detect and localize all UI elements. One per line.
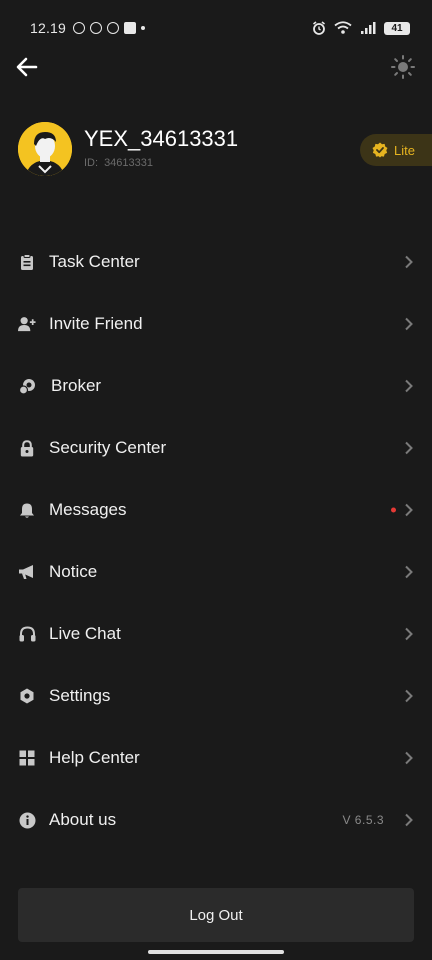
messenger-icon xyxy=(73,22,86,34)
menu-label: Help Center xyxy=(49,748,140,767)
clipboard-icon xyxy=(18,253,36,271)
status-time: 12.19 xyxy=(30,20,67,36)
bell-icon xyxy=(18,501,36,519)
chevron-right-icon xyxy=(405,689,413,703)
chevron-right-icon xyxy=(405,255,413,269)
chevron-right-icon xyxy=(405,813,413,827)
menu-list: Task Center Invite Friend Broker Securit… xyxy=(0,231,432,851)
back-button[interactable] xyxy=(14,54,40,80)
menu-label: Messages xyxy=(49,500,127,519)
whatsapp-icon xyxy=(90,22,103,34)
chevron-right-icon xyxy=(405,503,413,517)
alarm-icon xyxy=(313,21,325,35)
unread-dot xyxy=(391,507,396,513)
profile-menu-screen: 12.19 41 YEX_34613331 ID: 34613331 Lite … xyxy=(0,0,432,960)
menu-label: Notice xyxy=(49,562,98,581)
menu-item-notice[interactable]: Notice xyxy=(0,541,432,603)
battery-indicator: 41 xyxy=(384,21,410,35)
status-bar: 12.19 41 xyxy=(0,0,432,56)
chevron-right-icon xyxy=(405,627,413,641)
wifi-icon xyxy=(334,21,352,34)
level-label: Lite xyxy=(394,142,415,158)
headphones-icon xyxy=(18,625,36,643)
menu-label: Settings xyxy=(49,686,111,705)
gear-icon xyxy=(18,687,36,705)
chevron-right-icon xyxy=(405,317,413,331)
menu-label: Broker xyxy=(51,376,102,395)
profile-header: YEX_34613331 ID: 34613331 Lite xyxy=(0,122,432,178)
level-badge[interactable]: Lite xyxy=(360,134,432,166)
menu-item-about-us[interactable]: About us V 6.5.3 xyxy=(0,789,432,851)
menu-item-broker[interactable]: Broker xyxy=(0,355,432,417)
menu-item-security-center[interactable]: Security Center xyxy=(0,417,432,479)
grid-icon xyxy=(18,749,36,767)
menu-label: Task Center xyxy=(49,252,140,271)
app-notification-icon xyxy=(107,22,120,34)
menu-label: Security Center xyxy=(49,438,167,457)
app-version: V 6.5.3 xyxy=(342,813,384,827)
menu-item-settings[interactable]: Settings xyxy=(0,665,432,727)
broker-icon xyxy=(18,377,36,395)
user-id: ID: 34613331 xyxy=(84,157,153,169)
chevron-right-icon xyxy=(405,565,413,579)
top-nav xyxy=(0,50,432,84)
user-id-value: 34613331 xyxy=(104,157,154,169)
more-notifications-icon xyxy=(141,26,146,30)
megaphone-icon xyxy=(18,563,36,581)
menu-item-help-center[interactable]: Help Center xyxy=(0,727,432,789)
menu-item-task-center[interactable]: Task Center xyxy=(0,231,432,293)
theme-toggle-button[interactable] xyxy=(390,54,416,80)
status-right: 41 xyxy=(312,21,410,35)
info-icon xyxy=(18,811,36,829)
home-indicator[interactable] xyxy=(148,950,284,954)
verified-badge-icon xyxy=(372,142,388,158)
menu-item-invite-friend[interactable]: Invite Friend xyxy=(0,293,432,355)
status-left: 12.19 xyxy=(30,20,146,36)
avatar[interactable] xyxy=(18,122,72,176)
app-square-icon xyxy=(124,22,137,34)
sun-icon xyxy=(391,55,415,79)
logout-button[interactable]: Log Out xyxy=(18,888,414,942)
menu-label: About us xyxy=(49,810,117,829)
menu-item-live-chat[interactable]: Live Chat xyxy=(0,603,432,665)
chevron-right-icon xyxy=(405,441,413,455)
lock-icon xyxy=(18,439,36,457)
menu-label: Invite Friend xyxy=(49,314,143,333)
username: YEX_34613331 xyxy=(84,126,239,151)
signal-icon xyxy=(361,22,376,34)
chevron-right-icon xyxy=(405,751,413,765)
menu-label: Live Chat xyxy=(49,624,121,643)
chevron-right-icon xyxy=(405,379,413,393)
user-id-label: ID: xyxy=(84,157,99,169)
arrow-left-icon xyxy=(16,57,38,77)
menu-item-messages[interactable]: Messages xyxy=(0,479,432,541)
user-avatar-icon xyxy=(18,122,72,176)
add-user-icon xyxy=(18,315,36,333)
